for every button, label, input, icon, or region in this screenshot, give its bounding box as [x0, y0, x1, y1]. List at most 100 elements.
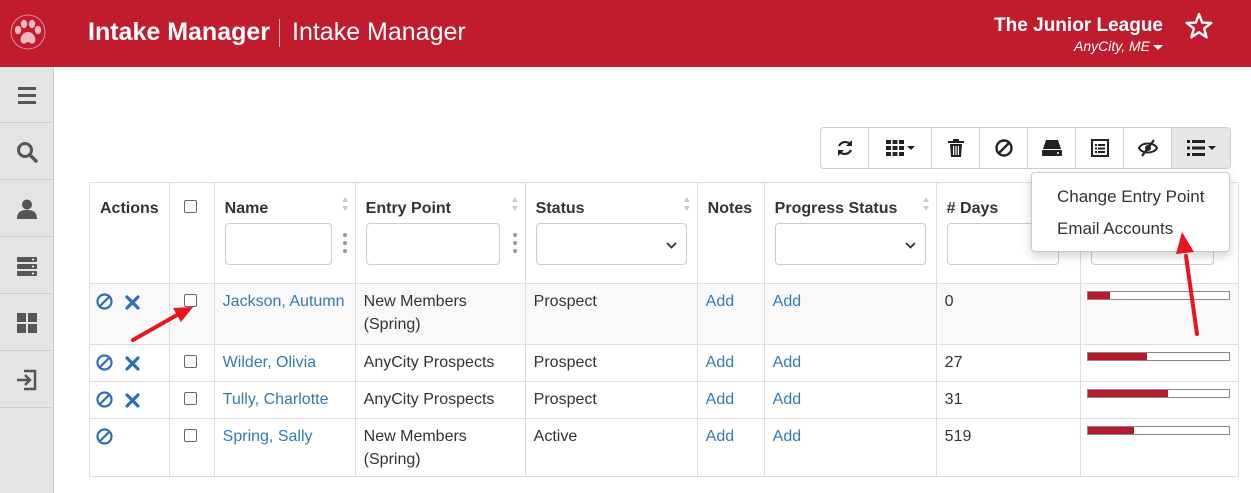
- add-progress-status-link[interactable]: Add: [773, 391, 801, 408]
- row-actions: [89, 418, 170, 477]
- progress-bar-fill: [1087, 390, 1169, 397]
- applicant-name-link[interactable]: Tully, Charlotte: [223, 391, 329, 408]
- row-notes-cell: Add: [696, 344, 765, 382]
- sort-icon[interactable]: [341, 195, 349, 213]
- app-title[interactable]: Intake Manager: [88, 18, 270, 47]
- row-progress-status-cell: Add: [763, 381, 937, 419]
- storage-button[interactable]: [1028, 128, 1076, 168]
- sidebar-item-search[interactable]: [0, 124, 54, 180]
- column-header-notes: Notes: [696, 182, 765, 284]
- column-header-name[interactable]: Name: [213, 182, 356, 284]
- applicant-name-link[interactable]: Wilder, Olivia: [223, 354, 316, 371]
- ban-icon[interactable]: [96, 428, 113, 445]
- sidebar-item-user[interactable]: [0, 181, 54, 237]
- row-entry-point: AnyCity Prospects: [354, 344, 526, 382]
- ban-icon[interactable]: [96, 391, 113, 408]
- delete-button[interactable]: [932, 128, 980, 168]
- sidebar-item-menu[interactable]: [0, 67, 54, 123]
- bulk-actions-menu: Change Entry Point Email Accounts: [1031, 172, 1230, 252]
- column-header-actions: Actions: [89, 182, 170, 284]
- row-progress-cell: [1079, 344, 1239, 382]
- row-checkbox[interactable]: [183, 392, 197, 405]
- row-entry-point: AnyCity Prospects: [354, 381, 526, 419]
- remove-icon[interactable]: [125, 356, 140, 371]
- add-note-link[interactable]: Add: [706, 293, 734, 310]
- more-options-icon[interactable]: [512, 232, 517, 254]
- toggle-visibility-button[interactable]: [1124, 128, 1172, 168]
- refresh-icon: [837, 140, 852, 156]
- chevron-down-icon: [905, 242, 916, 249]
- row-name-cell: Tully, Charlotte: [213, 381, 356, 419]
- sort-icon[interactable]: [683, 195, 691, 213]
- row-actions: [89, 283, 170, 345]
- more-options-icon[interactable]: [342, 232, 347, 254]
- table-row: Jackson, Autumn New Members (Spring) Prosp…: [89, 283, 1239, 345]
- row-notes-cell: Add: [696, 283, 765, 345]
- paw-logo-icon[interactable]: [10, 14, 46, 52]
- sidebar-item-server[interactable]: [0, 238, 54, 294]
- row-progress-cell: [1079, 381, 1239, 419]
- progress-status-filter-select[interactable]: [774, 223, 926, 265]
- applicant-name-link[interactable]: Spring, Sally: [223, 428, 313, 445]
- add-note-link[interactable]: Add: [706, 428, 734, 445]
- menu-item-change-entry-point[interactable]: Change Entry Point: [1032, 185, 1229, 217]
- sidebar-item-dashboard[interactable]: [0, 295, 54, 351]
- org-name: The Junior League: [994, 15, 1163, 36]
- add-progress-status-link[interactable]: Add: [773, 428, 801, 445]
- row-status: Prospect: [524, 344, 698, 382]
- column-header-progress-status[interactable]: Progress Status: [763, 182, 937, 284]
- progress-bar-fill: [1087, 353, 1147, 360]
- refresh-button[interactable]: [821, 128, 869, 168]
- add-progress-status-link[interactable]: Add: [773, 293, 801, 310]
- hard-drive-icon: [1041, 140, 1062, 156]
- sidebar-item-sign-out[interactable]: [0, 352, 54, 408]
- bulk-actions-button[interactable]: [1172, 128, 1230, 168]
- ban-icon[interactable]: [96, 293, 113, 310]
- sort-icon[interactable]: [922, 195, 930, 213]
- organization-switcher[interactable]: The Junior League AnyCity, ME: [994, 15, 1163, 54]
- entry-point-filter-input[interactable]: [365, 223, 500, 265]
- chevron-down-icon: [906, 146, 915, 150]
- table-row: Tully, Charlotte AnyCity Prospects Prospec…: [89, 381, 1239, 419]
- row-select: [168, 344, 215, 382]
- sign-out-icon: [17, 369, 37, 390]
- row-days: 519: [935, 418, 1081, 477]
- remove-icon[interactable]: [125, 295, 140, 310]
- details-button[interactable]: [1076, 128, 1124, 168]
- column-header-status[interactable]: Status: [524, 182, 698, 284]
- row-days: 0: [935, 283, 1081, 345]
- name-filter-input[interactable]: [224, 223, 332, 265]
- row-checkbox[interactable]: [183, 294, 197, 307]
- add-progress-status-link[interactable]: Add: [773, 354, 801, 371]
- page-title: Intake Manager: [292, 18, 466, 46]
- progress-bar: [1086, 389, 1230, 398]
- progress-bar: [1086, 352, 1230, 361]
- row-progress-status-cell: Add: [763, 344, 937, 382]
- applicant-name-link[interactable]: Jackson, Autumn: [223, 293, 345, 310]
- column-header-entry-point[interactable]: Entry Point: [354, 182, 526, 284]
- deactivate-button[interactable]: [980, 128, 1028, 168]
- status-filter-select[interactable]: [535, 223, 687, 265]
- row-days: 27: [935, 344, 1081, 382]
- row-checkbox[interactable]: [183, 355, 197, 368]
- list-menu-icon: [1186, 140, 1205, 156]
- row-notes-cell: Add: [696, 381, 765, 419]
- add-note-link[interactable]: Add: [706, 354, 734, 371]
- sort-icon[interactable]: [511, 195, 519, 213]
- row-select: [168, 381, 215, 419]
- row-checkbox[interactable]: [183, 429, 197, 442]
- menu-item-email-accounts[interactable]: Email Accounts: [1032, 217, 1229, 249]
- row-select: [168, 283, 215, 345]
- select-all-checkbox[interactable]: [183, 200, 197, 213]
- column-header-select: [168, 182, 215, 284]
- table-row: Wilder, Olivia AnyCity Prospects Prospect A…: [89, 344, 1239, 382]
- add-note-link[interactable]: Add: [706, 391, 734, 408]
- table-toolbar: [820, 127, 1231, 169]
- star-icon[interactable]: [1185, 12, 1213, 40]
- columns-button[interactable]: [869, 128, 932, 168]
- user-icon: [17, 199, 37, 219]
- remove-icon[interactable]: [125, 393, 140, 408]
- ban-icon[interactable]: [96, 354, 113, 371]
- row-progress-cell: [1079, 418, 1239, 477]
- row-name-cell: Spring, Sally: [213, 418, 356, 477]
